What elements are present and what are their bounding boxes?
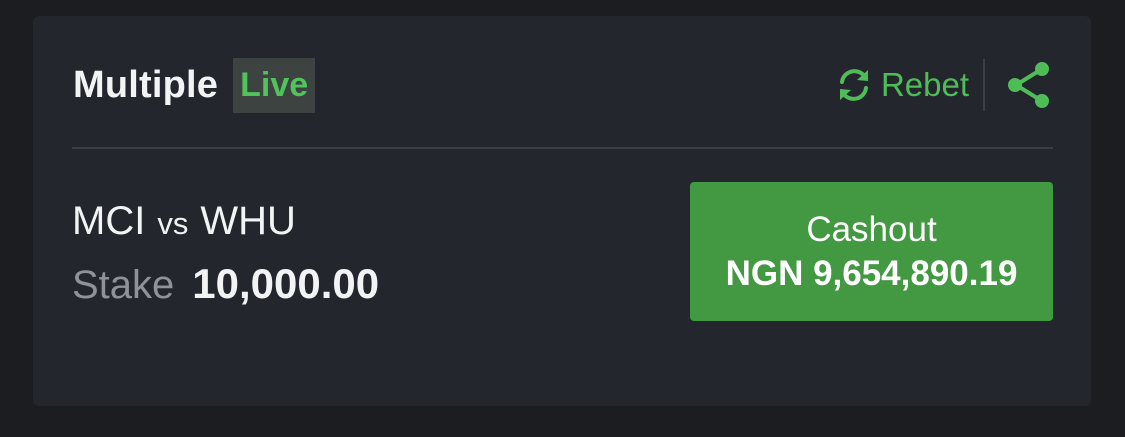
share-icon[interactable]: [1005, 60, 1053, 110]
away-team: WHU: [200, 199, 296, 243]
bet-card: Multiple Live Rebet MCI vs WHU Stake 10,…: [33, 16, 1091, 406]
rebet-label: Rebet: [880, 66, 969, 103]
refresh-icon: [835, 66, 873, 104]
cashout-button[interactable]: Cashout NGN 9,654,890.19: [690, 182, 1053, 321]
bet-card-header: Multiple Live Rebet: [73, 56, 1053, 114]
rebet-button[interactable]: Rebet: [835, 66, 969, 104]
stake-row: Stake 10,000.00: [72, 260, 379, 318]
bet-type-title: Multiple: [73, 63, 219, 106]
header-separator: [72, 147, 1053, 149]
live-badge: Live: [233, 57, 316, 113]
stake-label: Stake: [72, 263, 175, 307]
home-team: MCI: [72, 199, 146, 243]
vs-label: vs: [157, 206, 189, 241]
match-title: MCI vs WHU: [72, 198, 296, 247]
cashout-amount: NGN 9,654,890.19: [725, 253, 1018, 293]
stake-value: 10,000.00: [192, 260, 380, 307]
cashout-label: Cashout: [806, 209, 937, 249]
header-divider: [983, 59, 985, 111]
header-actions: Rebet: [835, 56, 1053, 114]
